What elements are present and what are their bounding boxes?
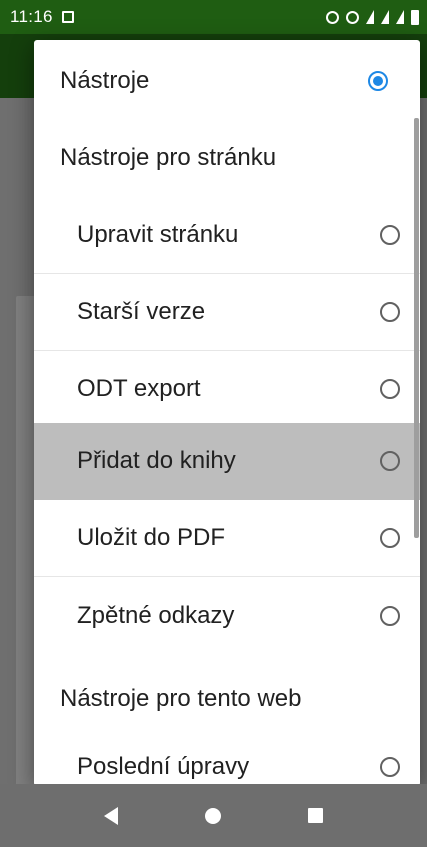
menu-item-posledni-upravy[interactable]: Poslední úpravy: [34, 728, 420, 786]
menu-item-zpetne-odkazy[interactable]: Zpětné odkazy: [34, 577, 420, 654]
menu-item-pridat-do-knihy[interactable]: Přidat do knihy: [34, 423, 420, 500]
recent-apps-icon[interactable]: [308, 808, 324, 823]
menu-item-label: Uložit do PDF: [77, 524, 226, 551]
dialog-scrollbar[interactable]: [414, 118, 419, 538]
signal-2-icon: [396, 10, 404, 24]
radio-icon[interactable]: [380, 451, 400, 471]
menu-item-label: Přidat do knihy: [77, 447, 236, 474]
section-header-page-tools: Nástroje pro stránku: [60, 144, 277, 171]
menu-item-starsi-verze[interactable]: Starší verze: [34, 274, 420, 351]
menu-item-label: ODT export: [77, 375, 201, 402]
section-header-web-tools: Nástroje pro tento web: [60, 685, 302, 712]
radio-icon[interactable]: [380, 302, 400, 322]
status-bar: 11:16: [0, 0, 427, 34]
status-icons: [326, 9, 419, 25]
radio-icon[interactable]: [380, 379, 400, 399]
wifi-icon: [366, 10, 374, 24]
menu-item-ulozit-do-pdf[interactable]: Uložit do PDF: [34, 500, 420, 577]
menu-item-upravit-stranku[interactable]: Upravit stránku: [34, 197, 420, 274]
menu-item-label: Starší verze: [77, 298, 206, 325]
status-time: 11:16: [10, 7, 53, 26]
menu-item-odt-export[interactable]: ODT export: [34, 351, 420, 428]
home-icon[interactable]: [204, 807, 221, 824]
radio-checked-icon[interactable]: [368, 71, 388, 91]
tools-dialog: Nástroje Nástroje pro stránku Upravit st…: [34, 40, 420, 786]
back-icon[interactable]: [103, 806, 118, 825]
radio-icon[interactable]: [380, 225, 400, 245]
menu-item-label: Zpětné odkazy: [77, 601, 235, 629]
menu-item-label: Poslední úpravy: [77, 752, 250, 780]
radio-icon[interactable]: [380, 605, 400, 626]
signal-icon: [381, 10, 389, 24]
battery-icon: [411, 9, 419, 25]
radio-icon[interactable]: [380, 756, 400, 777]
menu-item-label: Upravit stránku: [77, 221, 239, 248]
image-notification-icon: [61, 11, 74, 23]
radio-icon[interactable]: [380, 528, 400, 548]
navigation-bar: [0, 784, 427, 847]
menu-item-label: Nástroje: [60, 67, 150, 94]
menu-item-nastroje[interactable]: Nástroje: [34, 52, 420, 110]
data-saver-icon: [346, 10, 359, 24]
alarm-icon: [326, 10, 339, 24]
